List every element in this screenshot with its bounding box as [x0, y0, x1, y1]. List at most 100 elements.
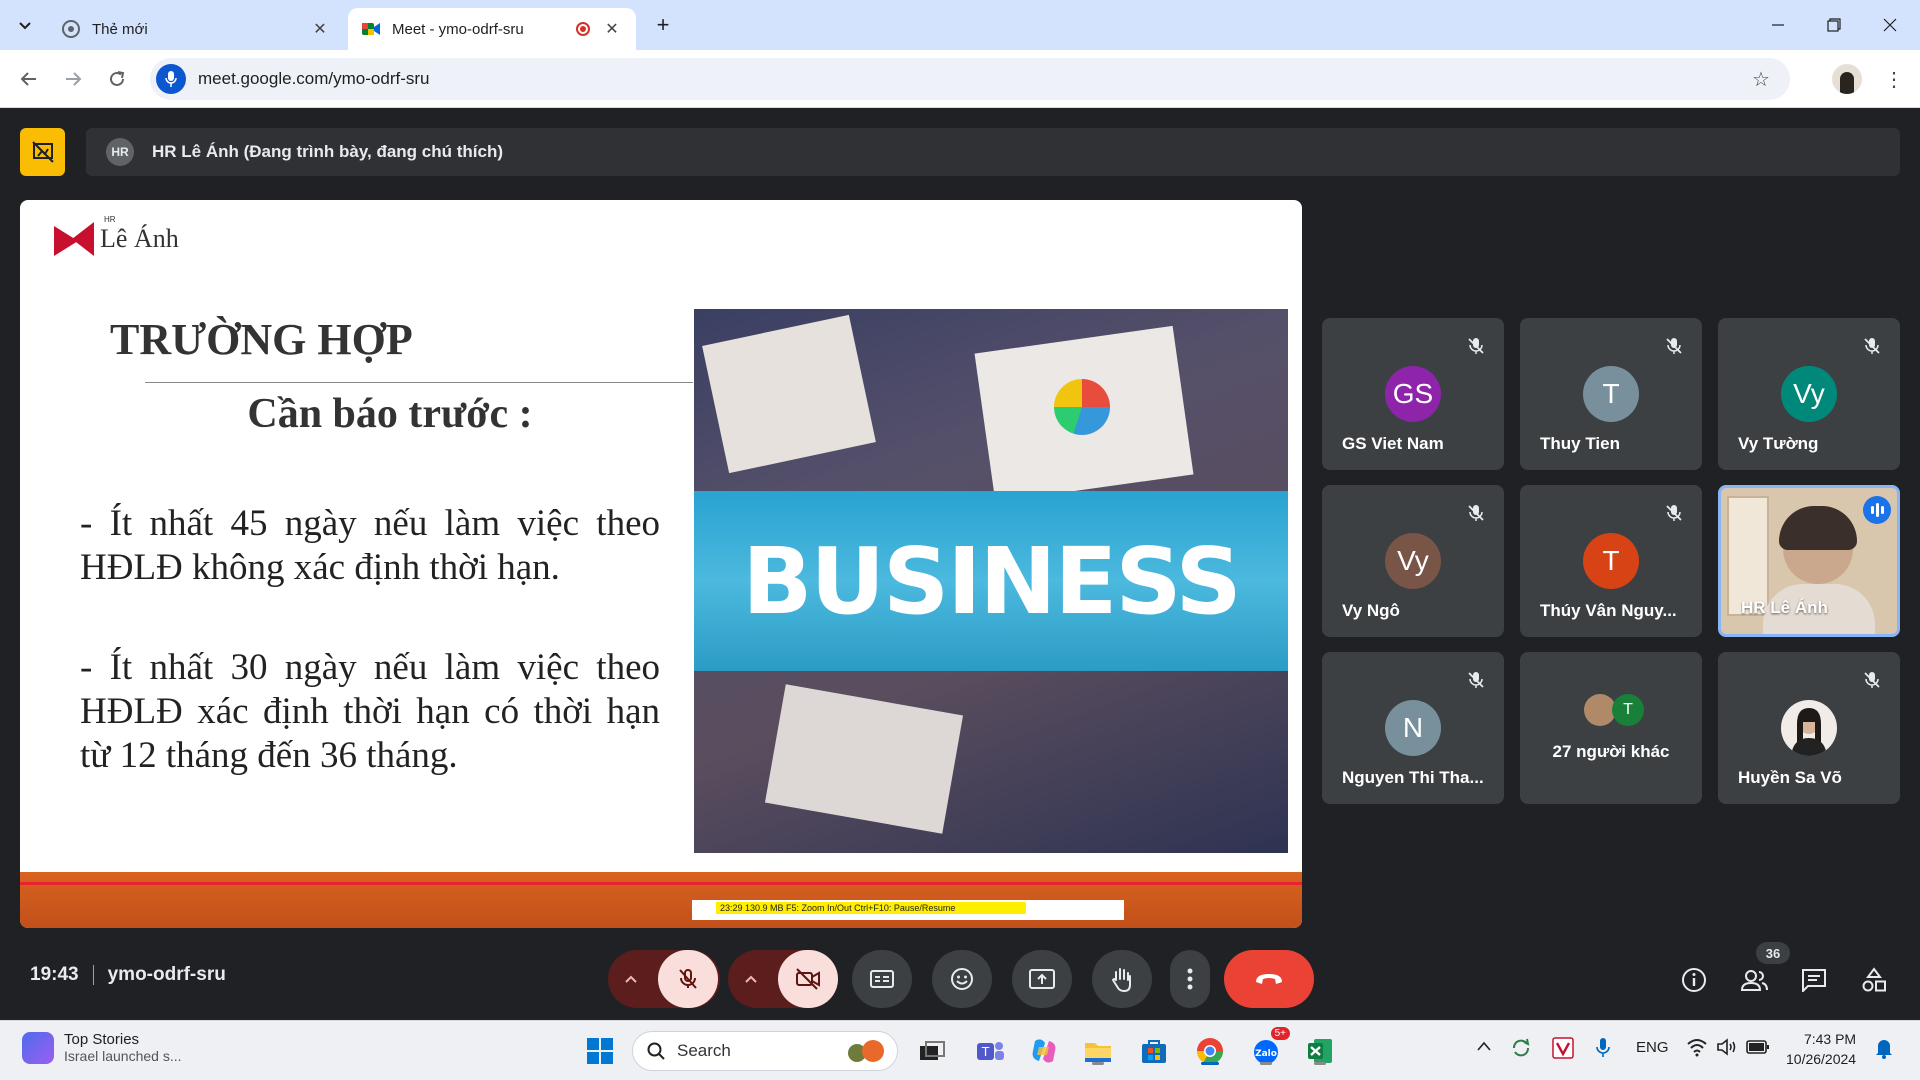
participant-tile[interactable]: GS GS Viet Nam	[1322, 318, 1504, 470]
participant-tile[interactable]: T Thuy Tien	[1520, 318, 1702, 470]
volume-icon[interactable]	[1716, 1037, 1738, 1061]
bookmark-star-icon[interactable]: ☆	[1746, 67, 1776, 92]
restore-button[interactable]	[1806, 0, 1862, 50]
presenting-banner: HR HR Lê Ánh (Đang trình bày, đang chú t…	[86, 128, 1900, 176]
chevron-up-icon	[625, 975, 637, 983]
windows-taskbar: Top Stories Israel launched s... Search …	[0, 1020, 1920, 1080]
chat-icon	[1802, 969, 1826, 992]
zalo-icon[interactable]: Zalo 5+	[1248, 1027, 1290, 1069]
news-widget[interactable]: Top Stories Israel launched s...	[22, 1031, 182, 1064]
microphone-toggle-button[interactable]	[658, 950, 718, 1008]
task-view-icon[interactable]	[914, 1033, 950, 1069]
meet-icon	[362, 20, 380, 38]
tab-search-button[interactable]	[12, 12, 38, 38]
chrome-taskbar-icon[interactable]	[1192, 1033, 1228, 1069]
excel-icon[interactable]	[1302, 1033, 1338, 1069]
meeting-time: 19:43	[30, 964, 79, 985]
more-options-button[interactable]	[1170, 950, 1210, 1008]
address-bar[interactable]: meet.google.com/ymo-odrf-sru ☆	[150, 58, 1790, 100]
raise-hand-button[interactable]	[1092, 950, 1152, 1008]
audio-options-button[interactable]	[608, 974, 654, 984]
browser-tabstrip: Thẻ mới ✕ Meet - ymo-odrf-sru ✕ +	[0, 0, 1920, 50]
back-button[interactable]	[14, 64, 44, 94]
start-button[interactable]	[582, 1033, 618, 1069]
speaking-indicator-icon	[1863, 496, 1891, 524]
stop-presentation-icon[interactable]	[20, 128, 65, 176]
chevron-down-icon	[19, 22, 31, 30]
microsoft-store-icon[interactable]	[1136, 1033, 1172, 1069]
chat-button[interactable]	[1796, 962, 1832, 998]
meeting-code: ymo-odrf-sru	[107, 964, 226, 985]
participant-tile[interactable]: Vy Vy Tường	[1718, 318, 1900, 470]
taskbar-search[interactable]: Search	[632, 1031, 898, 1071]
microphone-tray-icon[interactable]	[1596, 1037, 1610, 1063]
participant-avatar: T	[1612, 694, 1644, 726]
participant-tile[interactable]: Huyền Sa Võ	[1718, 652, 1900, 804]
camera-toggle-button[interactable]	[778, 950, 838, 1008]
slide-divider	[145, 382, 693, 383]
antivirus-icon[interactable]	[1552, 1037, 1574, 1063]
people-button[interactable]	[1736, 962, 1772, 998]
participant-name: Thuy Tien	[1540, 434, 1620, 453]
participant-tile[interactable]: Vy Vy Ngô	[1322, 485, 1504, 637]
input-language[interactable]: ENG	[1636, 1039, 1669, 1056]
search-label: Search	[677, 1041, 731, 1060]
forward-button[interactable]	[58, 64, 88, 94]
new-tab-button[interactable]: +	[650, 12, 676, 38]
tab-close-button[interactable]: ✕	[602, 19, 622, 39]
tab-meet[interactable]: Meet - ymo-odrf-sru ✕	[348, 8, 636, 50]
participant-tile-video[interactable]: HR Lê Ánh	[1718, 485, 1900, 637]
business-banner: BUSINESS	[694, 491, 1288, 671]
copilot-icon[interactable]	[1026, 1033, 1062, 1069]
tab-close-button[interactable]: ✕	[310, 19, 330, 39]
participant-name: HR Lê Ánh	[1741, 598, 1828, 617]
teams-icon[interactable]: T	[972, 1033, 1008, 1069]
participant-avatar: Vy	[1781, 366, 1837, 422]
reactions-button[interactable]	[932, 950, 992, 1008]
activities-button[interactable]	[1856, 962, 1892, 998]
tab-title: Thẻ mới	[92, 20, 148, 38]
present-button[interactable]	[1012, 950, 1072, 1008]
profile-avatar[interactable]	[1832, 64, 1862, 94]
minimize-button[interactable]	[1750, 0, 1806, 50]
presenter-avatar: HR	[106, 138, 134, 166]
microphone-icon[interactable]	[156, 64, 186, 94]
search-highlight-icon	[843, 1037, 889, 1065]
hang-up-icon	[1256, 974, 1282, 984]
show-hidden-icons-button[interactable]	[1476, 1039, 1492, 1056]
activities-shapes-icon	[1862, 967, 1886, 992]
battery-icon[interactable]	[1746, 1039, 1770, 1059]
participant-tile[interactable]: N Nguyen Thi Tha...	[1322, 652, 1504, 804]
reload-button[interactable]	[102, 64, 132, 94]
close-window-button[interactable]	[1862, 0, 1918, 50]
video-options-button[interactable]	[728, 974, 774, 984]
others-label: 27 người khác	[1552, 742, 1670, 761]
meeting-details-button[interactable]	[1676, 962, 1712, 998]
pie-chart-graphic	[1054, 379, 1110, 435]
logo-text: HR Lê Ánh	[100, 215, 179, 253]
tab-new-tab[interactable]: Thẻ mới ✕	[48, 8, 344, 50]
url-text[interactable]: meet.google.com/ymo-odrf-sru	[198, 69, 1746, 89]
captions-button[interactable]	[852, 950, 912, 1008]
recording-icon	[576, 22, 590, 36]
notification-bell-icon[interactable]	[1874, 1037, 1894, 1063]
slide-footer: 23:29 130.9 MB F5: Zoom In/Out Ctrl+F10:…	[20, 872, 1302, 928]
participant-avatar: T	[1583, 533, 1639, 589]
meeting-info: 19:43 ymo-odrf-sru	[30, 964, 226, 986]
participant-tile[interactable]: T Thúy Vân Nguy...	[1520, 485, 1702, 637]
browser-menu-button[interactable]: ⋮	[1880, 64, 1908, 94]
system-clock[interactable]: 7:43 PM 10/26/2024	[1786, 1029, 1856, 1069]
file-explorer-icon[interactable]	[1080, 1033, 1116, 1069]
wifi-icon[interactable]	[1686, 1037, 1708, 1061]
participant-name: Huyền Sa Võ	[1738, 768, 1842, 787]
participant-avatar: GS	[1385, 366, 1441, 422]
mic-off-icon	[1666, 338, 1682, 354]
reload-icon	[110, 71, 125, 86]
news-icon	[22, 1031, 54, 1064]
mic-off-icon	[1864, 672, 1880, 688]
chevron-up-icon	[1477, 1041, 1491, 1051]
sync-icon[interactable]	[1510, 1037, 1532, 1063]
others-tile[interactable]: T 27 người khác	[1520, 652, 1702, 804]
closed-captions-icon	[870, 970, 894, 988]
leave-call-button[interactable]	[1224, 950, 1314, 1008]
